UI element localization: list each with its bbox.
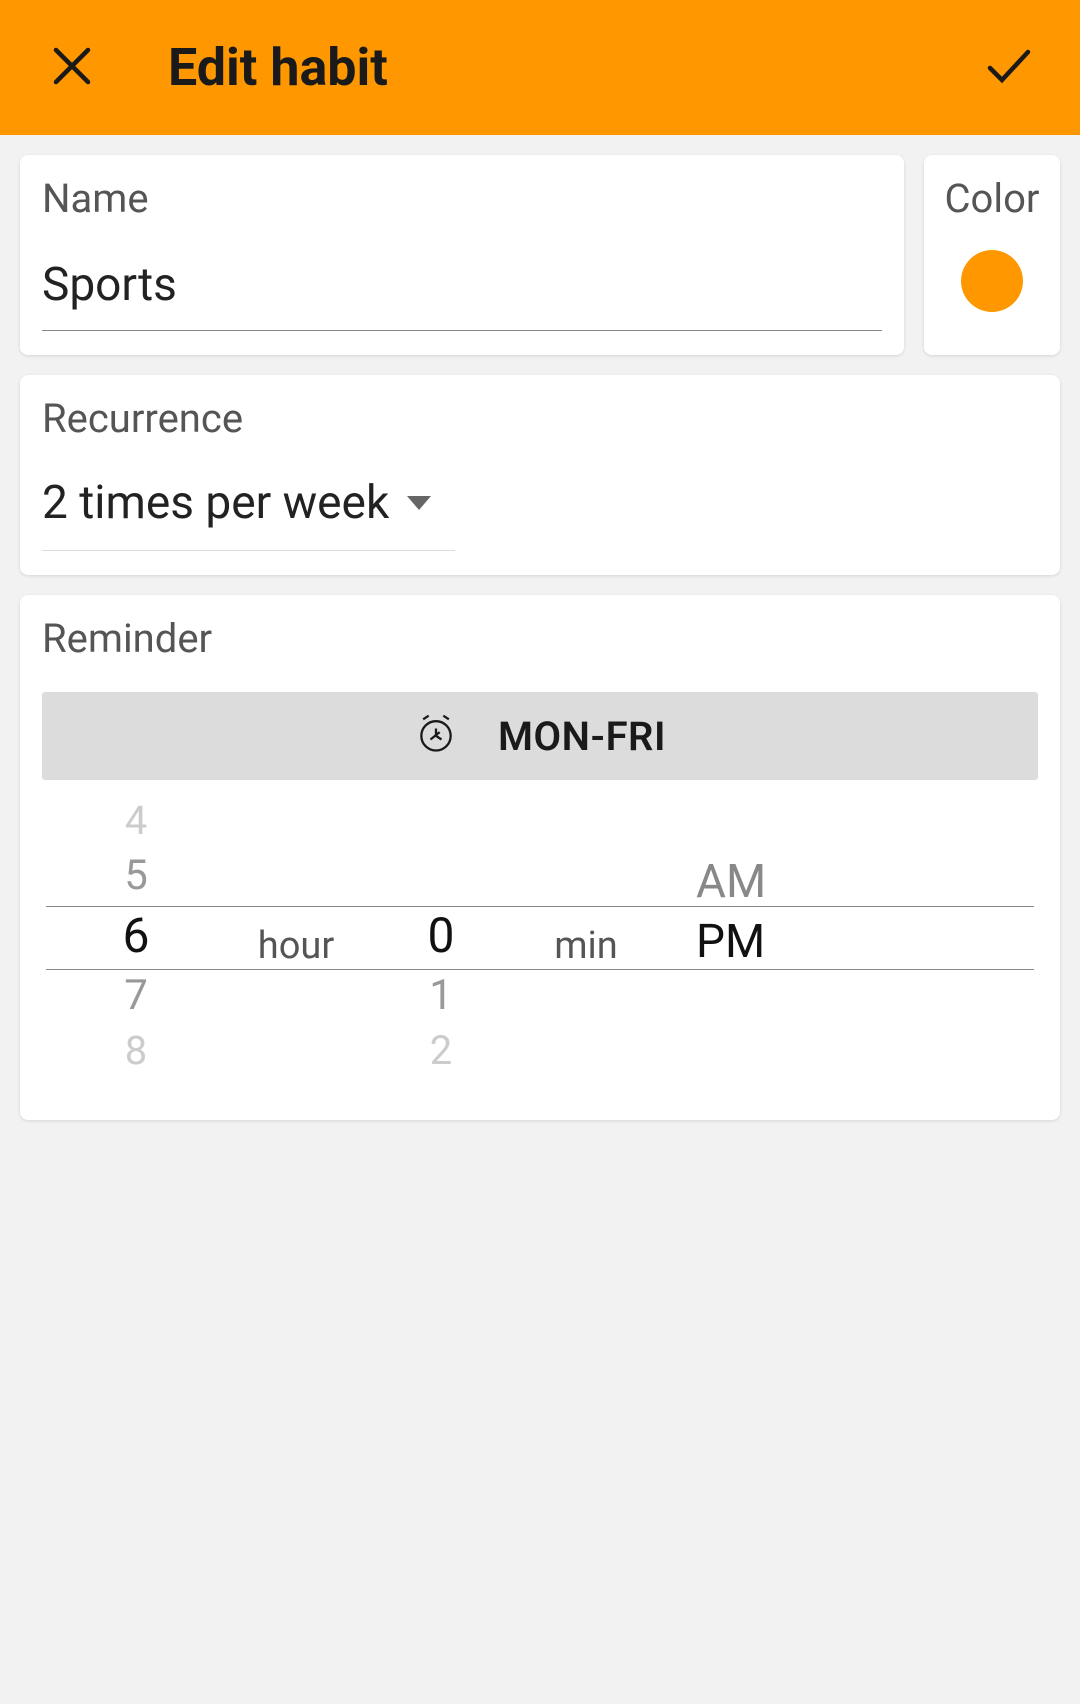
name-input[interactable]: [42, 252, 882, 331]
name-label: Name: [42, 175, 882, 222]
ampm-picker[interactable]: AM PM: [656, 796, 1034, 1096]
minute-unit-label: min: [516, 796, 656, 1096]
color-card[interactable]: Color: [924, 155, 1060, 355]
page-title: Edit habit: [168, 37, 912, 98]
reminder-days-text: MON-FRI: [498, 713, 666, 760]
name-card: Name: [20, 155, 904, 355]
minute-option[interactable]: 1: [429, 966, 453, 1026]
hour-option-selected[interactable]: 6: [123, 906, 150, 966]
hour-option[interactable]: 5: [124, 846, 148, 906]
reminder-label: Reminder: [42, 615, 1038, 662]
time-picker: 4 5 6 7 8 hour 0 1 2 min AM: [42, 796, 1038, 1096]
hour-unit-label: hour: [226, 796, 366, 1096]
hour-option[interactable]: 4: [125, 796, 147, 846]
hour-option[interactable]: 7: [124, 966, 148, 1026]
reminder-card: Reminder MON-FRI 4 5 6 7 8: [20, 595, 1060, 1120]
content-area: Name Color Recurrence 2 times per week R…: [0, 135, 1080, 1160]
ampm-option-selected[interactable]: PM: [696, 912, 765, 972]
color-swatch[interactable]: [961, 250, 1023, 312]
hour-picker[interactable]: 4 5 6 7 8: [46, 796, 226, 1096]
ampm-option[interactable]: AM: [696, 852, 766, 912]
close-icon[interactable]: [48, 42, 96, 94]
chevron-down-icon: [407, 496, 431, 510]
confirm-icon[interactable]: [984, 42, 1032, 94]
minute-option[interactable]: 2: [430, 1026, 452, 1076]
recurrence-label: Recurrence: [42, 395, 1038, 442]
recurrence-value: 2 times per week: [42, 476, 389, 530]
recurrence-dropdown[interactable]: 2 times per week: [42, 472, 455, 551]
alarm-icon: [414, 712, 458, 760]
recurrence-card: Recurrence 2 times per week: [20, 375, 1060, 575]
minute-option-selected[interactable]: 0: [428, 906, 455, 966]
app-header: Edit habit: [0, 0, 1080, 135]
reminder-days-chip[interactable]: MON-FRI: [42, 692, 1038, 780]
minute-picker[interactable]: 0 1 2: [366, 796, 516, 1096]
minute-option: [436, 846, 446, 906]
minute-option: [436, 796, 446, 846]
hour-option[interactable]: 8: [125, 1026, 147, 1076]
color-label: Color: [945, 175, 1040, 222]
